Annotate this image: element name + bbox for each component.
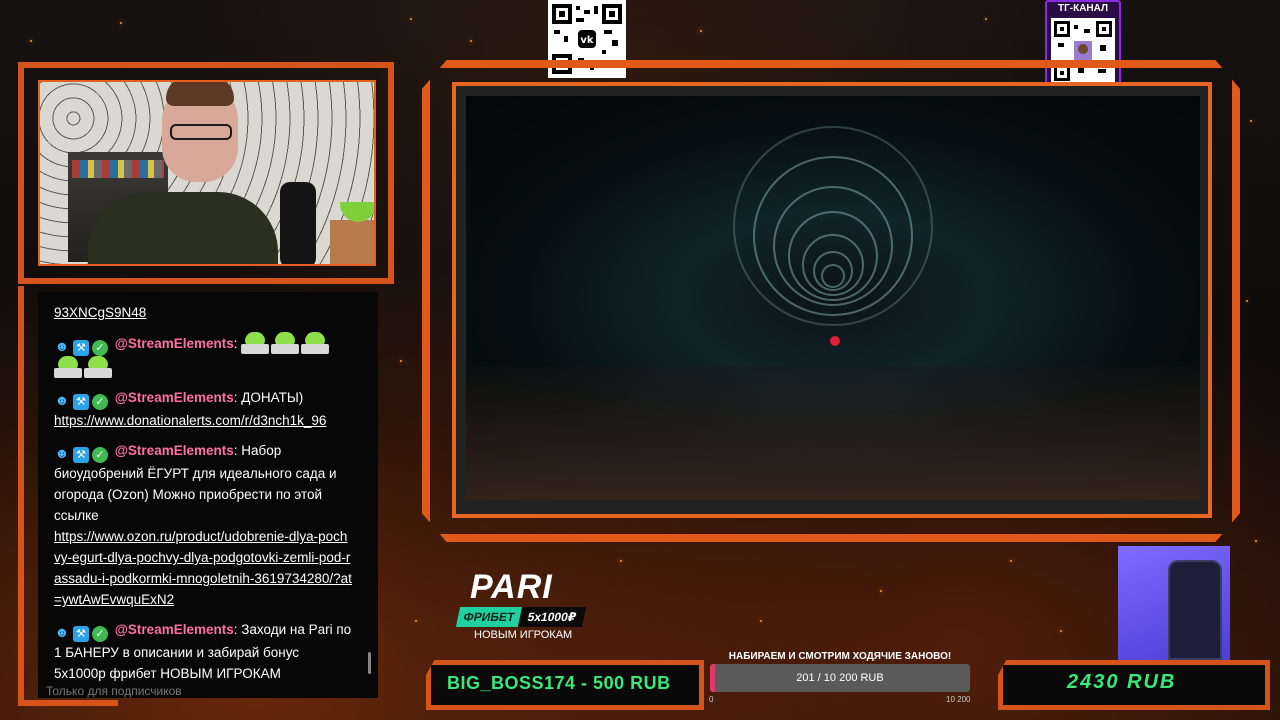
chat-username[interactable]: @StreamElements xyxy=(115,336,234,351)
moderator-badge-icon: ⚒ xyxy=(73,626,89,642)
chat-link[interactable]: https://www.donationalerts.com/r/d3nch1k… xyxy=(54,413,326,428)
donation-total-bar: 2430 RUB xyxy=(998,660,1270,710)
main-video[interactable] xyxy=(466,96,1200,500)
goal-progress-text: 201 / 10 200 RUB xyxy=(796,672,884,684)
verified-badge-icon: ✓ xyxy=(92,394,108,410)
chat-message: ☻ ⚒ ✓ @StreamElements: Заходи на Pari по 1… xyxy=(54,619,354,684)
telegram-channel-label: ТГ-КАНАЛ xyxy=(1057,3,1108,14)
chat-message: ☻ ⚒ ✓ @StreamElements: xyxy=(54,332,354,378)
chat-frame-bottom xyxy=(18,700,118,706)
verified-badge-icon: ✓ xyxy=(92,340,108,356)
svg-text:vk: vk xyxy=(580,35,594,46)
emote-icon xyxy=(301,332,330,354)
pari-amount-badge: 5x1000₽ xyxy=(517,607,587,627)
webcam-feed xyxy=(38,80,376,266)
phone-icon xyxy=(1168,560,1222,660)
bot-badge-icon: ☻ xyxy=(54,445,70,461)
chat-panel[interactable]: 93XNCgS9N48 ☻ ⚒ ✓ @StreamElements: ☻ ⚒ ✓ @St… xyxy=(38,292,378,698)
bot-badge-icon: ☻ xyxy=(54,624,70,640)
bot-badge-icon: ☻ xyxy=(54,338,70,354)
chat-scrollbar[interactable] xyxy=(368,652,371,674)
pari-freebet-badge: ФРИБЕТ xyxy=(455,607,523,627)
verified-badge-icon: ✓ xyxy=(92,447,108,463)
chat-username[interactable]: @StreamElements xyxy=(115,443,234,458)
goal-title: НАБИРАЕМ И СМОТРИМ ХОДЯЧИЕ ЗАНОВО! xyxy=(728,651,952,662)
emote-icon xyxy=(241,332,270,354)
emote-icon xyxy=(271,332,300,354)
last-donation-text: BIG_BOSS174 - 500 RUB xyxy=(447,673,671,693)
chat-message: ☻ ⚒ ✓ @StreamElements: Набор биоудобрений … xyxy=(54,440,354,610)
moderator-badge-icon: ⚒ xyxy=(73,394,89,410)
emote-icon xyxy=(54,356,82,378)
chat-username[interactable]: @StreamElements xyxy=(115,622,234,637)
moderator-badge-icon: ⚒ xyxy=(73,447,89,463)
verified-badge-icon: ✓ xyxy=(92,626,108,642)
chat-username[interactable]: @StreamElements xyxy=(115,390,234,405)
donation-total-text: 2430 RUB xyxy=(1067,671,1177,693)
chat-separator: : xyxy=(233,336,238,351)
chat-frame-left xyxy=(18,286,24,706)
chat-subscriber-notice: Только для подписчиков xyxy=(46,684,182,698)
bot-badge-icon: ☻ xyxy=(54,392,70,408)
chat-link-fragment[interactable]: 93XNCgS9N48 xyxy=(54,305,146,320)
pari-logo: PARI xyxy=(470,568,553,606)
chat-message-truncated: 93XNCgS9N48 xyxy=(54,302,354,323)
goal-min-label: 0 xyxy=(709,695,714,704)
goal-progress-bar: 201 / 10 200 RUB xyxy=(710,664,970,692)
chat-message: ☻ ⚒ ✓ @StreamElements: ДОНАТЫ) https://www… xyxy=(54,387,354,431)
pari-new-players: НОВЫМ ИГРОКАМ xyxy=(474,629,573,641)
goal-max-label: 10 200 xyxy=(946,695,971,704)
last-donation-bar: BIG_BOSS174 - 500 RUB xyxy=(426,660,704,710)
chat-link[interactable]: https://www.ozon.ru/product/udobrenie-dl… xyxy=(54,529,352,607)
moderator-badge-icon: ⚒ xyxy=(73,340,89,356)
chat-text: ДОНАТЫ) xyxy=(237,390,304,405)
emote-icon xyxy=(84,356,112,378)
